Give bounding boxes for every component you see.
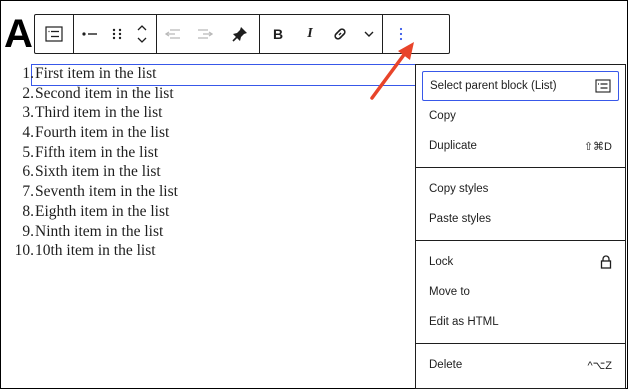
delete-shortcut: ^⌥Z [587, 359, 612, 372]
menu-section-delete: Delete ^⌥Z [416, 344, 625, 386]
menu-section-block: Select parent block (List) Copy Duplicat… [416, 65, 625, 168]
block-options-menu: Select parent block (List) Copy Duplicat… [415, 64, 626, 389]
select-parent-button[interactable] [35, 15, 73, 53]
pin-icon [232, 27, 247, 42]
move-to-item[interactable]: Move to [422, 277, 619, 307]
list-item-text[interactable]: Seventh item in the list [35, 182, 178, 202]
duplicate-shortcut: ⇧⌘D [583, 140, 612, 153]
list-item-text[interactable]: Fifth item in the list [35, 143, 158, 163]
list-item-text[interactable]: 10th item in the list [35, 241, 156, 261]
indent-icon [198, 29, 213, 39]
list-parent-icon [45, 26, 63, 42]
move-up-down-button[interactable] [128, 15, 156, 53]
paste-styles-item[interactable]: Paste styles [422, 204, 619, 234]
list-item[interactable]: 7. Seventh item in the list [8, 182, 178, 202]
list-item-number: 9. [22, 222, 34, 240]
list-item-text[interactable]: Ninth item in the list [35, 222, 163, 242]
link-button[interactable] [324, 15, 356, 53]
toolbar-group-block [74, 15, 157, 53]
list-item-number: 10. [14, 242, 34, 260]
list-item[interactable]: 4. Fourth item in the list [8, 123, 178, 143]
annotation-arrow-icon [370, 42, 414, 100]
lock-item[interactable]: Lock [422, 247, 619, 277]
list-item[interactable]: 5. Fifth item in the list [8, 143, 178, 163]
list-style-button[interactable] [74, 15, 106, 53]
list-item[interactable]: 6. Sixth item in the list [8, 162, 178, 182]
move-up-down-icon [137, 25, 147, 43]
bullet-list-icon [82, 32, 97, 36]
list-item-text[interactable]: First item in the list [35, 64, 156, 84]
list-item[interactable]: 10. 10th item in the list [8, 241, 178, 261]
list-item[interactable]: 3. Third item in the list [8, 103, 178, 123]
list-item-text[interactable]: Eighth item in the list [35, 202, 169, 222]
copy-item[interactable]: Copy [422, 101, 619, 131]
edit-as-html-label: Edit as HTML [429, 316, 499, 328]
edit-as-html-item[interactable]: Edit as HTML [422, 307, 619, 337]
list-item-number: 1. [22, 65, 34, 82]
list-parent-icon [595, 79, 611, 93]
menu-section-styles: Copy styles Paste styles [416, 168, 625, 241]
italic-button[interactable]: I [296, 15, 324, 53]
list-item-number: 6. [22, 163, 34, 181]
list-item-text[interactable]: Third item in the list [35, 103, 162, 123]
bold-button[interactable]: B [260, 15, 296, 53]
list-item[interactable]: 1. First item in the list [8, 64, 178, 84]
list-item[interactable]: 9. Ninth item in the list [8, 222, 178, 242]
select-parent-block-label: Select parent block (List) [430, 80, 557, 92]
list-item-number: 5. [22, 143, 34, 161]
delete-item[interactable]: Delete ^⌥Z [422, 350, 619, 380]
copy-styles-item[interactable]: Copy styles [422, 174, 619, 204]
lock-label: Lock [429, 256, 454, 268]
list-item-number: 8. [22, 202, 34, 220]
toolbar-group-indent [157, 15, 260, 53]
list-item-number: 7. [22, 183, 34, 201]
lock-icon [600, 255, 612, 269]
outdent-button[interactable] [157, 15, 189, 53]
list-item-number: 4. [22, 124, 34, 142]
list-item-number: 2. [22, 84, 34, 102]
toolbar-group-parent [35, 15, 74, 53]
italic-label: I [307, 26, 313, 41]
list-item-text[interactable]: Second item in the list [35, 84, 174, 104]
numbered-list: 1. First item in the list 2. Second item i… [8, 64, 178, 261]
highlight-button[interactable] [221, 15, 259, 53]
chevron-down-icon [364, 31, 374, 37]
select-parent-block-item[interactable]: Select parent block (List) [422, 71, 619, 101]
duplicate-label: Duplicate [429, 140, 477, 152]
link-icon [334, 28, 346, 40]
copy-label: Copy [429, 110, 456, 122]
paste-styles-label: Paste styles [429, 213, 491, 225]
toolbar-group-format: B I [260, 15, 383, 53]
drag-handle[interactable] [106, 15, 128, 53]
list-item[interactable]: 2. Second item in the list [8, 84, 178, 104]
indent-button[interactable] [189, 15, 221, 53]
copy-styles-label: Copy styles [429, 183, 489, 195]
list-item-text[interactable]: Sixth item in the list [35, 162, 161, 182]
vertical-ellipsis-icon [399, 27, 403, 41]
drag-handle-icon [112, 28, 122, 40]
bold-label: B [272, 26, 284, 42]
delete-label: Delete [429, 359, 463, 371]
page-heading: A [4, 12, 34, 56]
move-to-label: Move to [429, 286, 470, 298]
outdent-icon [165, 29, 180, 39]
list-item-number: 3. [22, 104, 34, 122]
list-item-text[interactable]: Fourth item in the list [35, 123, 169, 143]
duplicate-item[interactable]: Duplicate ⇧⌘D [422, 131, 619, 161]
menu-section-tools: Lock Move to Edit as HTML [416, 241, 625, 344]
list-item[interactable]: 8. Eighth item in the list [8, 202, 178, 222]
